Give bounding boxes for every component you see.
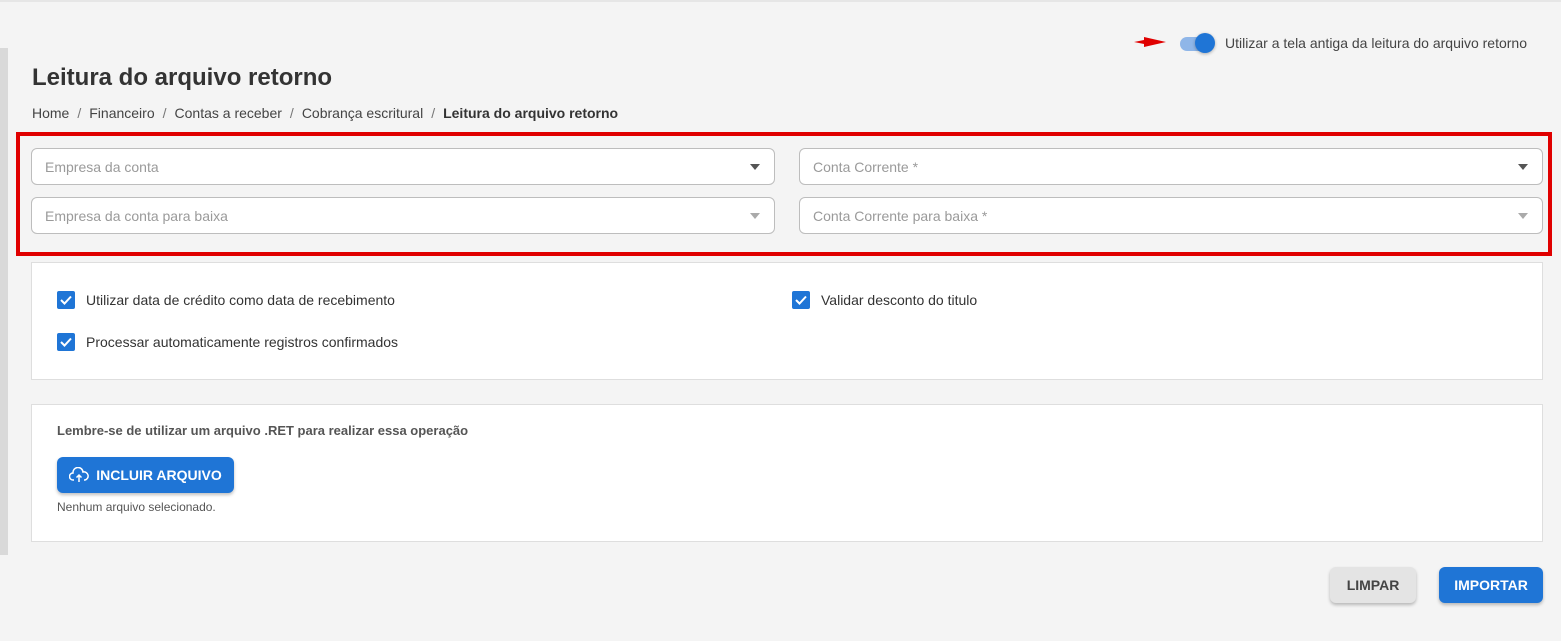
- conta-corrente-placeholder: Conta Corrente *: [813, 158, 919, 175]
- checkbox-checked-icon[interactable]: [792, 291, 810, 309]
- breadcrumb-current: Leitura do arquivo retorno: [443, 105, 619, 121]
- include-file-button[interactable]: INCLUIR ARQUIVO: [57, 457, 234, 493]
- breadcrumb-separator: /: [431, 105, 436, 121]
- top-divider: [0, 0, 1561, 2]
- empresa-conta-baixa-select[interactable]: Empresa da conta para baixa: [31, 197, 775, 234]
- left-scroll-strip: [0, 48, 8, 555]
- option-label: Utilizar data de crédito como data de re…: [86, 292, 395, 308]
- include-file-label: INCLUIR ARQUIVO: [96, 467, 222, 483]
- chevron-down-icon: [1518, 164, 1528, 170]
- toggle-label: Utilizar a tela antiga da leitura do arq…: [1225, 35, 1527, 51]
- conta-corrente-select[interactable]: Conta Corrente *: [799, 148, 1543, 185]
- options-panel: Utilizar data de crédito como data de re…: [31, 262, 1543, 380]
- chevron-down-icon: [750, 213, 760, 219]
- option-label: Validar desconto do titulo: [821, 292, 978, 308]
- checkbox-checked-icon[interactable]: [57, 291, 75, 309]
- toggle-thumb: [1195, 33, 1216, 53]
- option-usar-data-credito[interactable]: Utilizar data de crédito como data de re…: [57, 291, 395, 309]
- file-status: Nenhum arquivo selecionado.: [57, 500, 216, 514]
- option-processar-auto[interactable]: Processar automaticamente registros conf…: [57, 333, 398, 351]
- old-screen-toggle[interactable]: Utilizar a tela antiga da leitura do arq…: [1179, 33, 1527, 53]
- breadcrumb: Home / Financeiro / Contas a receber / C…: [32, 105, 618, 121]
- upload-reminder: Lembre-se de utilizar um arquivo .RET pa…: [57, 423, 469, 438]
- option-validar-desconto[interactable]: Validar desconto do titulo: [792, 291, 977, 309]
- conta-corrente-baixa-select[interactable]: Conta Corrente para baixa *: [799, 197, 1543, 234]
- breadcrumb-home[interactable]: Home: [32, 105, 69, 121]
- page-title: Leitura do arquivo retorno: [32, 64, 333, 91]
- upload-panel: Lembre-se de utilizar um arquivo .RET pa…: [31, 404, 1543, 542]
- annotation-arrow-icon: [1134, 37, 1166, 47]
- breadcrumb-separator: /: [289, 105, 294, 121]
- checkbox-checked-icon[interactable]: [57, 333, 75, 351]
- breadcrumb-cobranca[interactable]: Cobrança escritural: [302, 105, 423, 121]
- chevron-down-icon: [750, 164, 760, 170]
- breadcrumb-financeiro[interactable]: Financeiro: [89, 105, 154, 121]
- empresa-conta-baixa-placeholder: Empresa da conta para baixa: [45, 207, 228, 224]
- breadcrumb-contas-receber[interactable]: Contas a receber: [175, 105, 282, 121]
- empresa-conta-placeholder: Empresa da conta: [45, 158, 159, 175]
- conta-corrente-baixa-placeholder: Conta Corrente para baixa *: [813, 207, 988, 224]
- clear-button[interactable]: LIMPAR: [1330, 567, 1416, 603]
- import-button[interactable]: IMPORTAR: [1439, 567, 1543, 603]
- empresa-conta-select[interactable]: Empresa da conta: [31, 148, 775, 185]
- toggle-switch[interactable]: [1179, 33, 1216, 53]
- breadcrumb-separator: /: [77, 105, 82, 121]
- cloud-upload-icon: [69, 467, 90, 482]
- option-label: Processar automaticamente registros conf…: [86, 334, 399, 350]
- breadcrumb-separator: /: [162, 105, 167, 121]
- chevron-down-icon: [1518, 213, 1528, 219]
